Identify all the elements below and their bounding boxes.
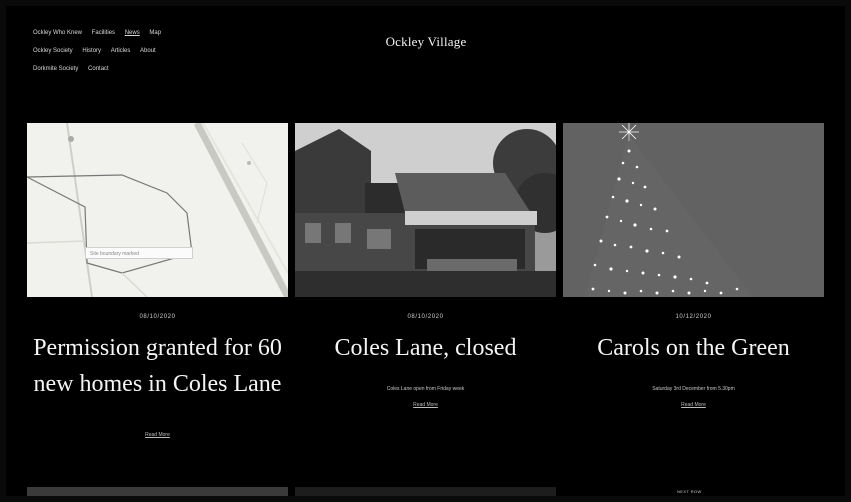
card-headline[interactable]: Coles Lane, closed (295, 330, 556, 366)
nav-item-about[interactable]: About (140, 42, 156, 60)
nav-item-contact[interactable]: Contact (88, 60, 109, 78)
news-card: 10/12/2020 Carols on the Green Saturday … (563, 123, 824, 483)
card-headline[interactable]: Permission granted for 60 new homes in C… (27, 330, 288, 402)
card-date: 08/10/2020 (139, 314, 176, 320)
next-card-image[interactable] (295, 487, 556, 496)
next-card-label: NEXT ROW (677, 489, 702, 494)
card-headline[interactable]: Carols on the Green (563, 330, 824, 366)
main-nav: Ockley Who Knew Facilities News Map Ockl… (33, 24, 253, 78)
village-shop-graphic (295, 123, 556, 297)
card-image-christmas-tree[interactable] (563, 123, 824, 297)
card-excerpt: Saturday 3rd December from 5.30pm (652, 385, 735, 392)
card-image-map[interactable]: Site boundary marked (27, 123, 288, 297)
nav-item-facilities[interactable]: Facilities (92, 24, 115, 42)
read-more-link[interactable]: Read More (413, 402, 438, 408)
news-card: Site boundary marked 08/10/2020 Permissi… (27, 123, 288, 483)
christmas-tree-graphic (563, 123, 824, 297)
nav-item-ockley-who-knew[interactable]: Ockley Who Knew (33, 24, 82, 42)
next-card-image[interactable] (27, 487, 288, 496)
read-more-link[interactable]: Read More (145, 432, 170, 438)
nav-item-map[interactable]: Map (149, 24, 161, 42)
nav-item-news[interactable]: News (125, 24, 140, 42)
card-excerpt: Coles Lane open from Friday week (386, 385, 465, 392)
read-more-link[interactable]: Read More (681, 402, 706, 408)
map-graphic (27, 123, 288, 297)
card-date: 08/10/2020 (407, 314, 444, 320)
nav-item-articles[interactable]: Articles (111, 42, 131, 60)
map-marker-label: Site boundary marked (85, 247, 193, 259)
page-frame: Ockley Who Knew Facilities News Map Ockl… (6, 6, 845, 496)
nav-item-dorkmite-society[interactable]: Dorkmite Society (33, 60, 78, 78)
site-title[interactable]: Ockley Village (346, 34, 506, 50)
news-card: 08/10/2020 Coles Lane, closed Coles Lane… (295, 123, 556, 483)
card-date: 10/12/2020 (675, 314, 712, 320)
nav-item-history[interactable]: History (82, 42, 101, 60)
nav-item-ockley-society[interactable]: Ockley Society (33, 42, 73, 60)
card-image-village-shop[interactable] (295, 123, 556, 297)
